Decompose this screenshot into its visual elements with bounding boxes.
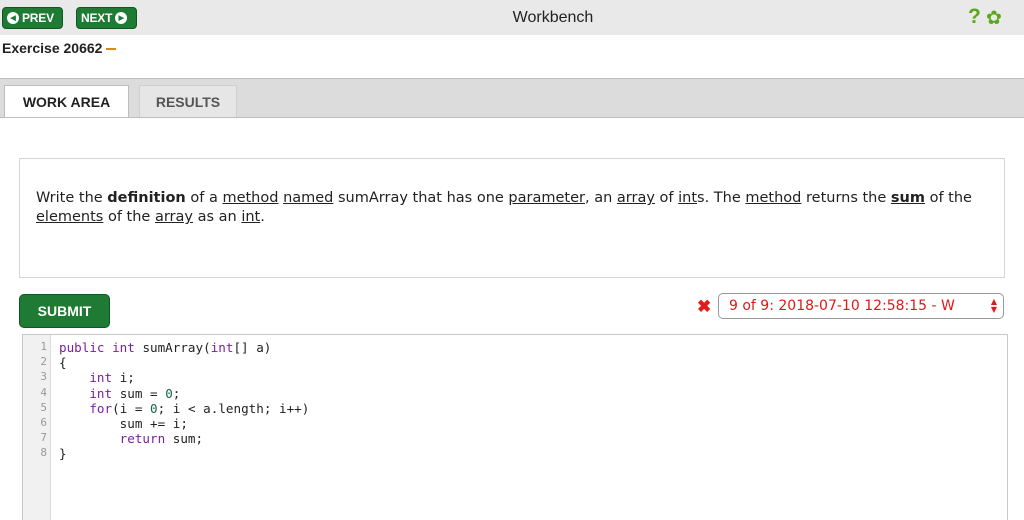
close-icon: ✖ [697, 297, 712, 316]
exercise-label: Exercise 20662 [2, 40, 117, 56]
prompt-text: of [654, 190, 679, 206]
line-number: 3 [40, 370, 47, 384]
glossary-link[interactable]: sum [891, 190, 925, 206]
prompt-text: definition [107, 190, 186, 206]
tab-results[interactable]: RESULTS [139, 85, 237, 117]
prompt-text: of a [185, 190, 223, 206]
tab-strip: WORK AREA RESULTS [0, 78, 1024, 118]
glossary-link[interactable]: array [617, 190, 655, 206]
glossary-link[interactable]: named [283, 190, 333, 206]
top-bar: ◀ PREV NEXT ▶ Workbench ? ✿ [0, 0, 1024, 35]
glossary-link[interactable]: int [241, 209, 260, 225]
prompt-text: s. The [697, 190, 746, 206]
prompt-text: , an [584, 190, 617, 206]
sort-arrows-icon: ▲ ▼ [990, 297, 997, 314]
line-number: 1 [40, 340, 47, 353]
exercise-prompt: Write the definition of a method named s… [19, 158, 1005, 278]
collapse-dash-icon[interactable] [106, 48, 117, 51]
line-number: 6 [40, 415, 47, 429]
line-number-gutter: 1 2 3 4 5 6 7 8 [23, 335, 51, 520]
glossary-link[interactable]: int [678, 190, 697, 206]
submit-button[interactable]: SUBMIT [19, 294, 110, 328]
prompt-text: of the [924, 190, 972, 206]
prompt-text: as an [193, 209, 242, 225]
line-number: 2 [40, 355, 47, 369]
line-number: 7 [40, 431, 47, 445]
code-line[interactable]: int i; [59, 370, 309, 385]
glossary-link[interactable]: method [745, 190, 801, 206]
tab-work-area[interactable]: WORK AREA [4, 85, 129, 117]
glossary-link[interactable]: parameter [508, 190, 585, 206]
glossary-link[interactable]: array [155, 209, 193, 225]
gear-icon[interactable]: ✿ [986, 7, 1002, 30]
code-line[interactable]: { [59, 355, 309, 370]
code-line[interactable]: sum += i; [59, 416, 309, 431]
glossary-link[interactable]: elements [36, 209, 103, 225]
attempt-text: 9 of 9: 2018-07-10 12:58:15 - W [729, 298, 955, 314]
code-editor[interactable]: 1 2 3 4 5 6 7 8 public int sumArray(int[… [22, 334, 1008, 520]
prompt-text: . [260, 209, 265, 225]
attempt-select[interactable]: 9 of 9: 2018-07-10 12:58:15 - W ▲ ▼ [718, 293, 1004, 319]
glossary-link[interactable]: method [222, 190, 278, 206]
code-line[interactable]: public int sumArray(int[] a) [59, 340, 309, 355]
prompt-text: of the [103, 209, 155, 225]
prompt-text: Write the [36, 190, 108, 206]
help-icon[interactable]: ? [968, 5, 981, 29]
code-line[interactable]: for(i = 0; i < a.length; i++) [59, 401, 309, 416]
app-title: Workbench [512, 9, 594, 26]
exercise-title: Exercise 20662 [2, 40, 103, 56]
prompt-text: sumArray that has one [333, 190, 509, 206]
code-area[interactable]: public int sumArray(int[] a) { int i; in… [59, 340, 309, 462]
line-number: 5 [40, 400, 47, 414]
prompt-text: returns the [801, 190, 891, 206]
code-line[interactable]: int sum = 0; [59, 386, 309, 401]
line-number: 8 [40, 446, 47, 460]
code-line[interactable]: return sum; [59, 431, 309, 446]
line-number: 4 [40, 385, 47, 399]
code-line[interactable]: } [59, 446, 309, 461]
